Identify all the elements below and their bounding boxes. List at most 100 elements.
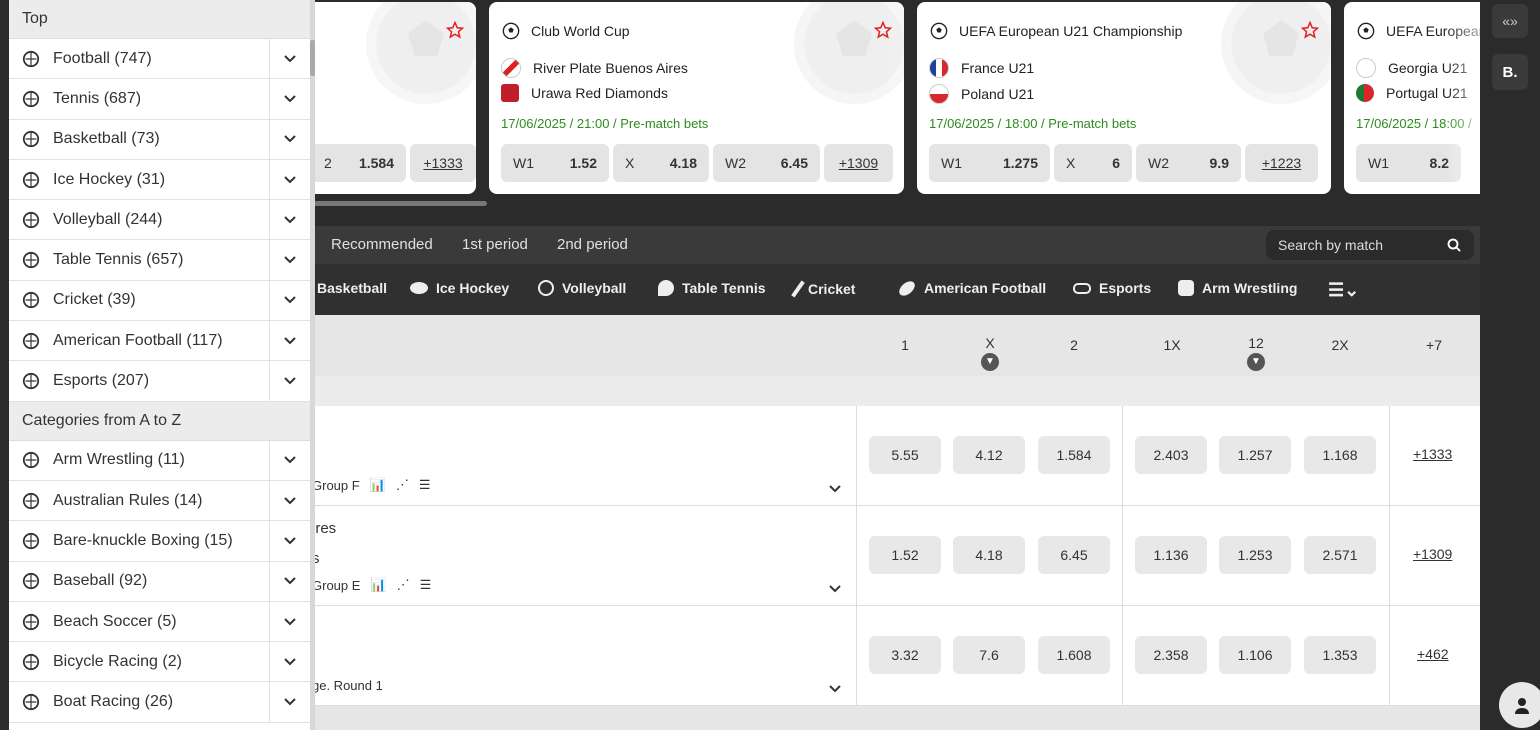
sidebar-item[interactable]: Arm Wrestling (11) xyxy=(9,440,310,481)
stats-icon[interactable]: 📊 xyxy=(370,477,386,493)
chevron-down-icon[interactable] xyxy=(269,321,310,361)
chevron-down-icon[interactable] xyxy=(269,280,310,321)
sidebar-item[interactable]: Baseball (92) xyxy=(9,561,310,602)
chevron-down-icon[interactable] xyxy=(269,642,310,682)
chart-icon[interactable]: ⋰ xyxy=(397,577,410,593)
list-icon[interactable]: ☰ xyxy=(419,477,431,493)
sidebar-item[interactable]: American Football (117) xyxy=(9,321,310,362)
more-bets-link[interactable]: +1333 xyxy=(1413,446,1452,462)
scrollbar-thumb[interactable] xyxy=(310,40,315,76)
chevron-down-icon[interactable] xyxy=(828,581,842,597)
chevron-down-icon[interactable] xyxy=(269,521,310,561)
odds-button[interactable]: W2 6.45 xyxy=(713,144,820,182)
sidebar-item[interactable]: Esports (207) xyxy=(9,361,310,402)
match-info[interactable]: Group F 📊 ⋰ ☰ xyxy=(312,406,857,505)
sidebar-scrollbar[interactable] xyxy=(310,0,315,730)
chevron-down-icon[interactable] xyxy=(828,681,842,697)
sport-filter-ice-hockey[interactable]: Ice Hockey xyxy=(410,280,509,296)
chevron-down-icon[interactable] xyxy=(269,200,310,240)
odds-button[interactable]: X 4.18 xyxy=(613,144,709,182)
more-bets-link[interactable]: +1333 xyxy=(410,144,476,182)
chevron-down-icon[interactable] xyxy=(269,79,310,119)
odds-button[interactable]: W2 9.9 xyxy=(1136,144,1241,182)
more-bets-link[interactable]: +462 xyxy=(1417,646,1449,662)
odds-cell[interactable]: 6.45 xyxy=(1038,536,1110,574)
betslip-button[interactable]: B. xyxy=(1492,54,1528,90)
odds-cell[interactable]: 1.52 xyxy=(869,536,941,574)
odds-cell[interactable]: 1.253 xyxy=(1219,536,1291,574)
sport-filter-esports[interactable]: Esports xyxy=(1073,280,1151,296)
odds-cell[interactable]: 3.32 xyxy=(869,636,941,674)
chevron-down-icon[interactable] xyxy=(269,119,310,159)
odds-cell[interactable]: 1.584 xyxy=(1038,436,1110,474)
more-bets-link[interactable]: +1309 xyxy=(824,144,893,182)
sidebar-item[interactable]: Bicycle Racing (2) xyxy=(9,642,310,683)
search-input[interactable]: Search by match xyxy=(1266,230,1474,260)
chevron-down-icon[interactable] xyxy=(269,361,310,401)
sidebar-item[interactable]: Volleyball (244) xyxy=(9,200,310,241)
sport-filter-american-football[interactable]: American Football xyxy=(896,278,1046,298)
more-bets-link[interactable]: +1223 xyxy=(1245,144,1318,182)
tab-1st-period[interactable]: 1st period xyxy=(462,236,528,253)
chevron-down-icon[interactable]: ▼ xyxy=(981,353,999,371)
tab-recommended[interactable]: Recommended xyxy=(331,236,433,253)
odds-cell[interactable]: 1.106 xyxy=(1219,636,1291,674)
sidebar-item[interactable]: Tennis (687) xyxy=(9,79,310,120)
column-header[interactable]: +7 xyxy=(1414,337,1454,353)
match-card[interactable]: UEFA European U21 Championship France U2… xyxy=(917,2,1331,194)
sport-filter-volleyball[interactable]: Volleyball xyxy=(538,280,626,296)
chevron-down-icon[interactable] xyxy=(269,601,310,642)
odds-cell[interactable]: 7.6 xyxy=(953,636,1025,674)
chevron-down-icon[interactable] xyxy=(828,481,842,497)
chevron-down-icon[interactable] xyxy=(269,682,310,722)
search-icon[interactable] xyxy=(1447,238,1462,253)
odds-cell[interactable]: 1.136 xyxy=(1135,536,1207,574)
odds-cell[interactable]: 1.353 xyxy=(1304,636,1376,674)
odds-cell[interactable]: 4.18 xyxy=(953,536,1025,574)
favorite-star-icon[interactable] xyxy=(1301,21,1319,39)
sidebar-item[interactable]: Ice Hockey (31) xyxy=(9,159,310,201)
stats-icon[interactable]: 📊 xyxy=(370,577,386,593)
favorite-star-icon[interactable] xyxy=(874,21,892,39)
match-card[interactable]: Club World Cup River Plate Buenos Aires … xyxy=(489,2,904,194)
sidebar-item[interactable]: Table Tennis (657) xyxy=(9,240,310,281)
match-info[interactable]: ge. Round 1 xyxy=(312,606,857,705)
odds-button[interactable]: X6 xyxy=(1054,144,1132,182)
sport-filter-cricket[interactable]: Cricket xyxy=(791,280,855,298)
odds-cell[interactable]: 1.257 xyxy=(1219,436,1291,474)
odds-button[interactable]: W1 1.275 xyxy=(929,144,1050,182)
sidebar-item[interactable]: Cricket (39) xyxy=(9,280,310,322)
sport-filter-basketball[interactable]: Basketball xyxy=(317,280,387,296)
collapse-toggle-button[interactable]: «» xyxy=(1492,4,1528,38)
list-icon[interactable]: ☰ xyxy=(420,577,432,593)
sidebar-item[interactable]: Beach Soccer (5) xyxy=(9,601,310,643)
chevron-down-icon[interactable] xyxy=(269,440,310,480)
odds-cell[interactable]: 2.571 xyxy=(1304,536,1376,574)
sidebar-item[interactable]: Australian Rules (14) xyxy=(9,480,310,522)
more-sports-menu-icon[interactable]: ☰⌄ xyxy=(1328,280,1359,301)
odds-cell[interactable]: 1.608 xyxy=(1038,636,1110,674)
favorite-star-icon[interactable] xyxy=(446,21,464,39)
odds-button[interactable]: 2 1.584 xyxy=(312,144,406,182)
match-card[interactable]: UEFA European Georgia U21 Portugal U21 1… xyxy=(1344,2,1480,194)
sidebar-item[interactable]: Football (747) xyxy=(9,39,310,80)
chevron-down-icon[interactable] xyxy=(269,159,310,200)
odds-cell[interactable]: 5.55 xyxy=(869,436,941,474)
tab-2nd-period[interactable]: 2nd period xyxy=(557,236,628,253)
chevron-down-icon[interactable]: ▼ xyxy=(1247,353,1265,371)
odds-cell[interactable]: 2.403 xyxy=(1135,436,1207,474)
match-info[interactable]: ires s Group E 📊 ⋰ ☰ xyxy=(312,506,857,605)
odds-cell[interactable]: 1.168 xyxy=(1304,436,1376,474)
chevron-down-icon[interactable] xyxy=(269,561,310,601)
chevron-down-icon[interactable] xyxy=(269,240,310,280)
sidebar-item[interactable]: Bare-knuckle Boxing (15) xyxy=(9,521,310,562)
chart-icon[interactable]: ⋰ xyxy=(396,477,409,493)
cards-scrollbar[interactable] xyxy=(312,201,487,206)
sport-filter-arm-wrestling[interactable]: Arm Wrestling xyxy=(1178,280,1297,296)
chevron-down-icon[interactable] xyxy=(269,39,310,79)
chevron-down-icon[interactable] xyxy=(269,480,310,521)
odds-button[interactable]: W1 1.52 xyxy=(501,144,609,182)
support-chat-button[interactable] xyxy=(1499,682,1540,728)
sidebar-item[interactable]: Boat Racing (26) xyxy=(9,682,310,723)
sport-filter-table-tennis[interactable]: Table Tennis xyxy=(658,280,766,296)
